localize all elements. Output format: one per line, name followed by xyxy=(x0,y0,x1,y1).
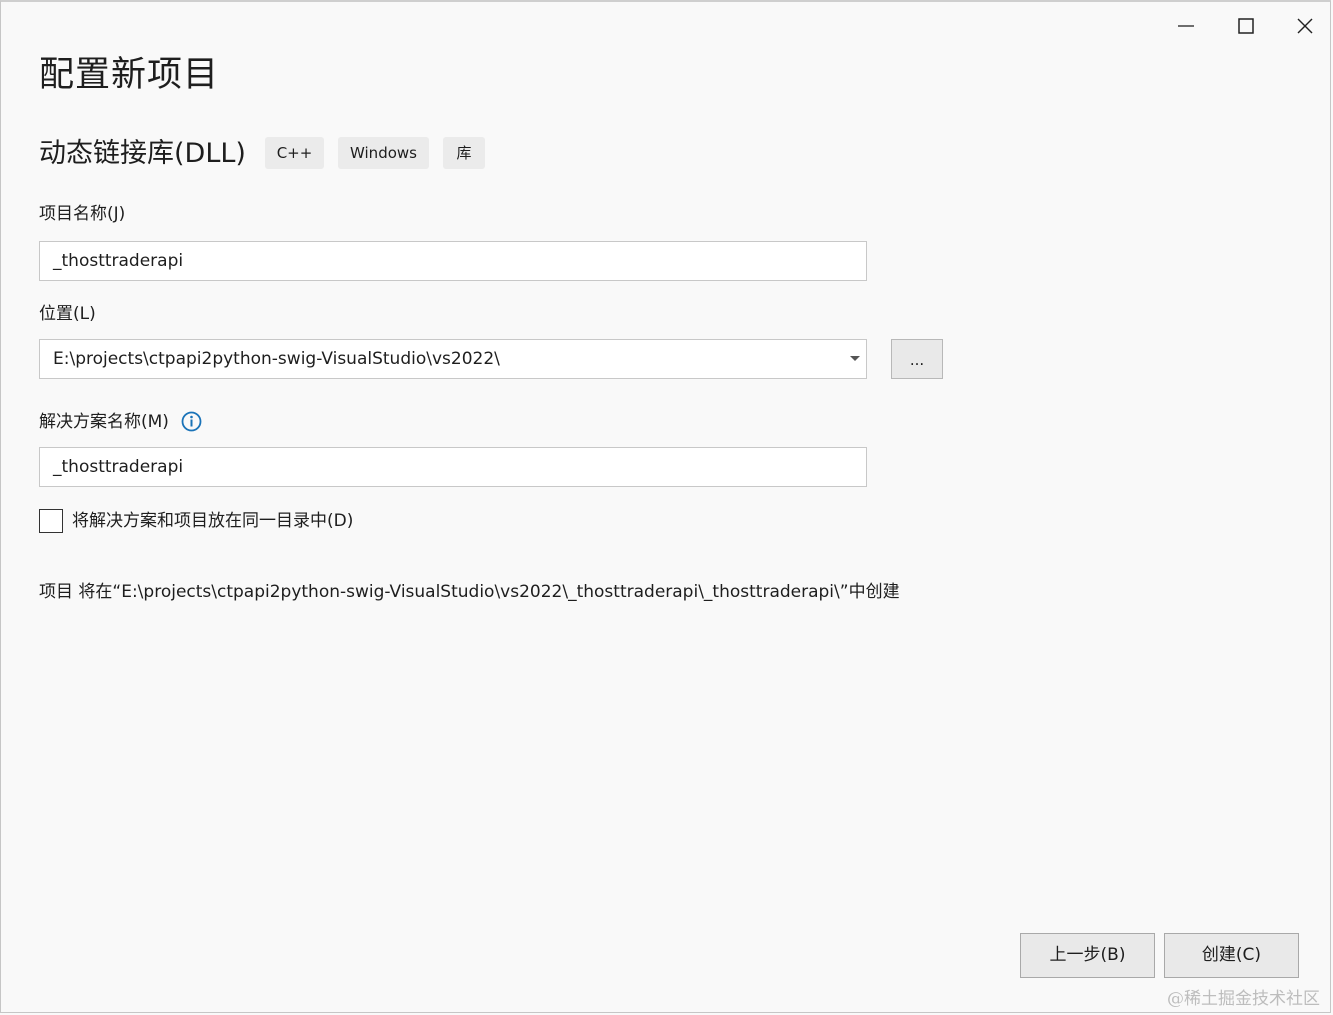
tag-language: C++ xyxy=(265,137,324,169)
back-button[interactable]: 上一步(B) xyxy=(1020,933,1155,978)
browse-button[interactable]: ... xyxy=(891,339,943,379)
template-name: 动态链接库(DLL) xyxy=(39,138,246,169)
location-value: E:\projects\ctpapi2python-swig-VisualStu… xyxy=(53,349,500,369)
tag-project-type: 库 xyxy=(443,137,485,169)
info-icon[interactable] xyxy=(181,411,202,432)
watermark: @稀土掘金技术社区 xyxy=(1167,989,1320,1009)
path-summary: 项目 将在“E:\projects\ctpapi2python-swig-Vis… xyxy=(39,582,900,602)
same-directory-label[interactable]: 将解决方案和项目放在同一目录中(D) xyxy=(72,509,353,533)
create-button[interactable]: 创建(C) xyxy=(1164,933,1299,978)
same-directory-checkbox[interactable] xyxy=(39,509,63,533)
minimize-button[interactable] xyxy=(1163,8,1209,44)
solution-name-input[interactable]: _thosttraderapi xyxy=(39,447,867,487)
location-label: 位置(L) xyxy=(39,304,96,324)
project-name-label: 项目名称(J) xyxy=(39,204,126,224)
maximize-button[interactable] xyxy=(1223,8,1269,44)
maximize-icon xyxy=(1238,18,1254,34)
location-combobox[interactable]: E:\projects\ctpapi2python-swig-VisualStu… xyxy=(39,339,867,379)
minimize-icon xyxy=(1178,25,1194,27)
project-name-input[interactable]: _thosttraderapi xyxy=(39,241,867,281)
solution-name-label: 解决方案名称(M) xyxy=(39,412,169,432)
close-button[interactable] xyxy=(1282,8,1328,44)
dialog-window: 配置新项目 动态链接库(DLL) C++ Windows 库 项目名称(J) _… xyxy=(0,0,1331,1013)
tag-platform: Windows xyxy=(338,137,429,169)
close-icon xyxy=(1297,18,1313,34)
page-title: 配置新项目 xyxy=(39,55,220,95)
chevron-down-icon[interactable] xyxy=(850,356,860,361)
